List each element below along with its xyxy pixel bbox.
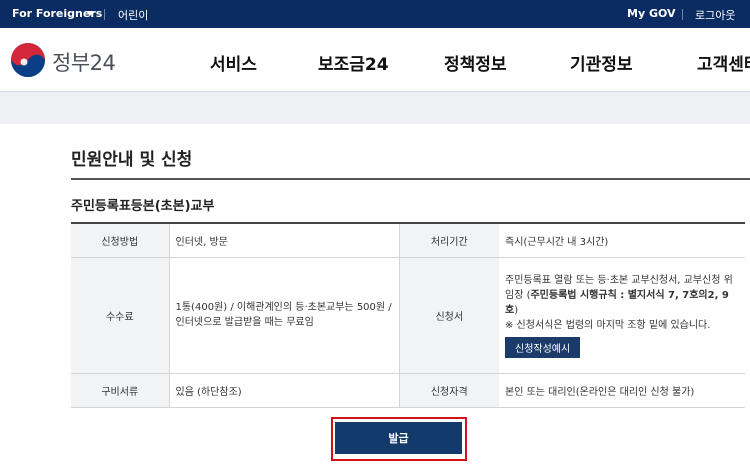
service-name: 주민등록표등본(초본)교부 — [71, 199, 215, 214]
nav-item-support[interactable]: 고객센터 — [697, 50, 750, 75]
form-note: ※ 신청서식은 법령의 마지막 조항 밑에 있습니다. — [505, 319, 711, 331]
table-row: 구비서류 있음 (하단참조) 신청자격 본인 또는 대리인(온라인은 대리인 신… — [71, 373, 745, 408]
divider — [104, 9, 105, 20]
service-info-table: 신청방법 인터넷, 방문 처리기간 즉시(근무시간 내 3시간) 수수료 1통(… — [71, 222, 745, 408]
nav-item-policy[interactable]: 정책정보 — [444, 50, 507, 75]
form-value: 주민등록표 열람 또는 등·초본 교부신청서, 교부신청 위임장 (주민등록법 … — [505, 273, 739, 318]
form-label: 신청서 — [398, 257, 499, 374]
gov-logo-icon[interactable] — [10, 42, 46, 78]
table-row: 수수료 1통(400원) / 이해관계인의 등·초본교부는 500원 / 인터넷… — [71, 257, 745, 374]
period-label: 처리기간 — [398, 223, 499, 258]
issue-button[interactable]: 발급 — [335, 422, 462, 454]
form-cell: 주민등록표 열람 또는 등·초본 교부신청서, 교부신청 위임장 (주민등록법 … — [499, 257, 745, 374]
period-value: 즉시(근무시간 내 3시간) — [499, 223, 745, 258]
nav-item-agencies[interactable]: 기관정보 — [570, 50, 633, 75]
my-gov-link[interactable]: My GOV — [627, 7, 676, 20]
caret-down-icon[interactable] — [86, 11, 94, 16]
fee-value: 1통(400원) / 이해관계인의 등·초본교부는 500원 / 인터넷으로 발… — [169, 257, 400, 374]
title-divider — [71, 178, 750, 180]
docs-value: 있음 (하단참조) — [169, 373, 400, 408]
page-title: 민원안내 및 신청 — [71, 150, 193, 170]
divider — [682, 9, 683, 20]
breadcrumb-band — [0, 92, 750, 124]
method-value: 인터넷, 방문 — [169, 223, 400, 258]
docs-label: 구비서류 — [71, 373, 170, 408]
main-header: 정부24 서비스 보조금24 정책정보 기관정보 고객센터 — [0, 28, 750, 92]
form-value-close: ) — [514, 304, 519, 316]
table-row: 신청방법 인터넷, 방문 처리기간 즉시(근무시간 내 3시간) — [71, 223, 745, 258]
form-example-button[interactable]: 신청작성예시 — [505, 336, 581, 358]
form-value-law: 주민등록법 시행규칙 : 별지서식 7, 7호의2, 9호 — [505, 289, 729, 316]
kids-link[interactable]: 어린이 — [118, 7, 148, 23]
nav-item-services[interactable]: 서비스 — [210, 50, 257, 75]
logo-text[interactable]: 정부24 — [52, 47, 116, 77]
nav-item-subsidy[interactable]: 보조금24 — [318, 50, 389, 75]
qualification-value: 본인 또는 대리인(온라인은 대리인 신청 불가) — [499, 373, 745, 408]
qualification-label: 신청자격 — [398, 373, 499, 408]
method-label: 신청방법 — [71, 223, 170, 258]
logout-link[interactable]: 로그아웃 — [695, 7, 735, 23]
top-utility-bar: For Foreigners 어린이 My GOV 로그아웃 — [0, 0, 750, 28]
fee-label: 수수료 — [71, 257, 170, 374]
